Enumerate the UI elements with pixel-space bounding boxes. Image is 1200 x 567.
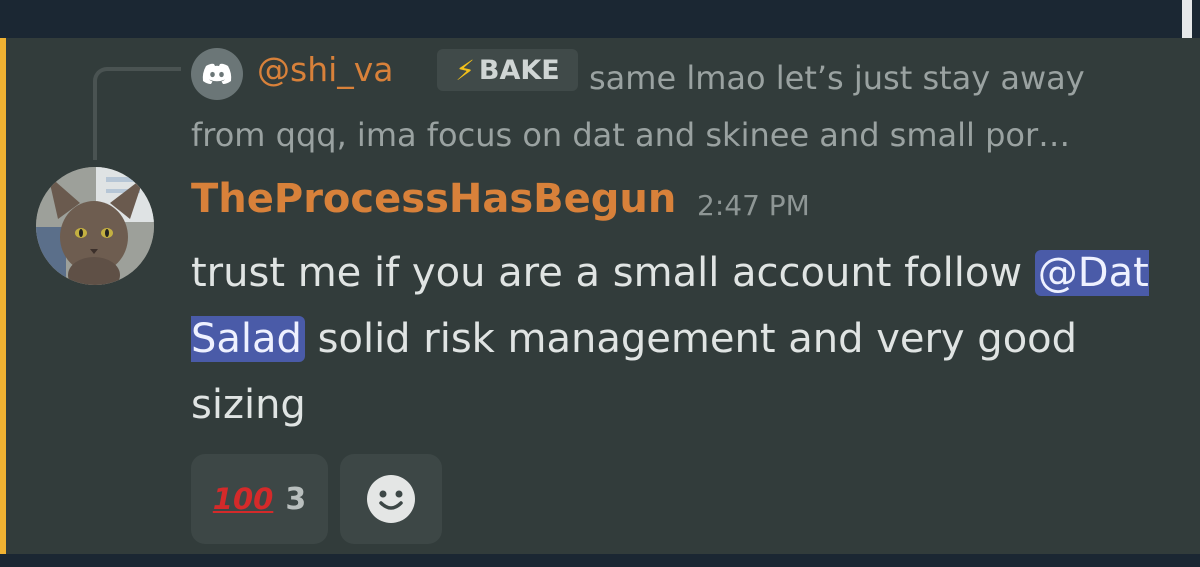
lightning-bolt-icon: ⚡ bbox=[455, 53, 475, 87]
reply-author[interactable]: @shi_va bbox=[257, 50, 394, 89]
message-text-after: solid risk management and very good sizi… bbox=[191, 316, 1078, 428]
message-author[interactable]: TheProcessHasBegun bbox=[191, 176, 676, 222]
top-bar bbox=[0, 0, 1200, 38]
reply-connector bbox=[93, 67, 181, 160]
highlight-accent-bar bbox=[0, 38, 6, 554]
reaction-100[interactable]: 100 3 bbox=[191, 454, 328, 544]
smiley-icon bbox=[367, 475, 415, 523]
message-text-before: trust me if you are a small account foll… bbox=[191, 250, 1035, 296]
avatar[interactable] bbox=[36, 167, 154, 285]
reaction-count: 3 bbox=[285, 481, 307, 517]
message-timestamp: 2:47 PM bbox=[697, 189, 810, 222]
message-content: trust me if you are a small account foll… bbox=[191, 240, 1166, 438]
chat-message[interactable]: same lmao let’s just stay away from qqq,… bbox=[0, 38, 1200, 554]
cat-avatar-image bbox=[36, 167, 154, 285]
server-tag-label: BAKE bbox=[478, 54, 560, 86]
hundred-points-emoji-icon: 100 bbox=[212, 482, 274, 516]
add-reaction-button[interactable] bbox=[340, 454, 442, 544]
bottom-bar bbox=[0, 554, 1200, 567]
server-tag[interactable]: ⚡ BAKE bbox=[437, 49, 578, 91]
